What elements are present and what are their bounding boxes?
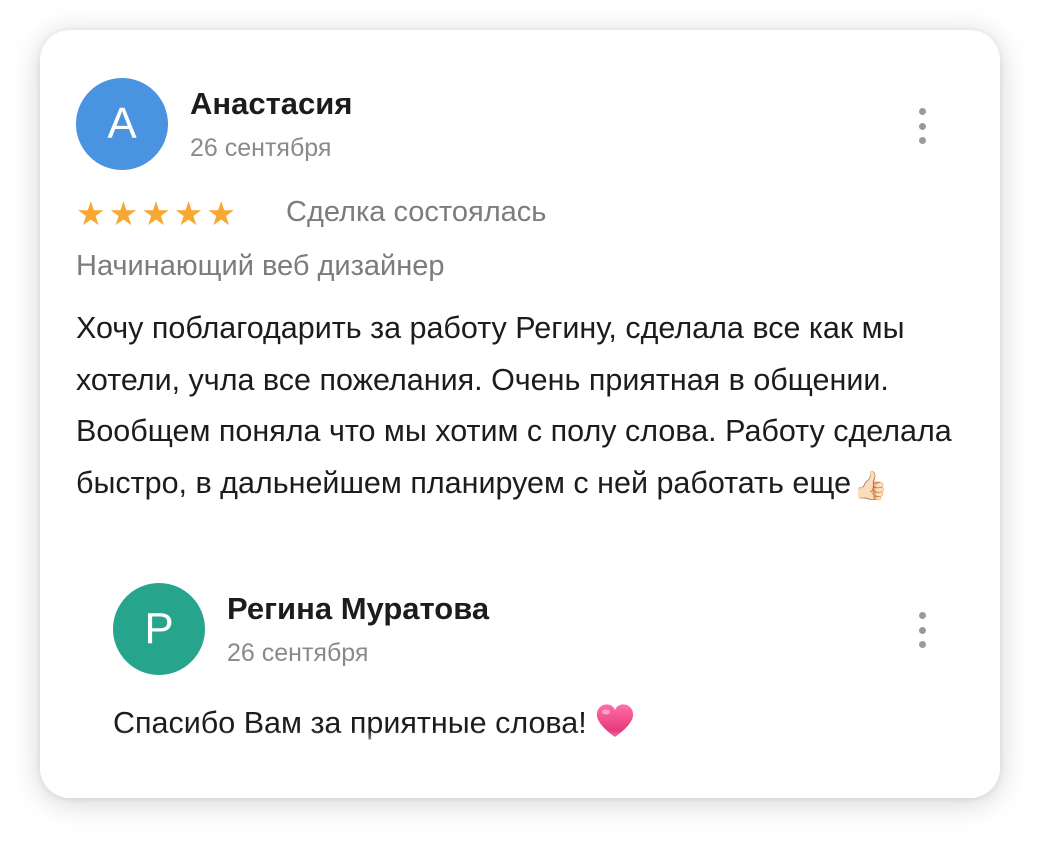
star-icon: ★ [141,195,171,232]
avatar[interactable]: А [76,78,168,170]
review-date: 26 сентября [190,134,332,162]
reply-text: Спасибо Вам за приятные слова! [113,706,587,740]
star-icon: ★ [108,195,139,232]
thumbs-up-icon: 👍🏻 [853,469,888,501]
rating-stars: ★ ★ ★ ★ ★ [76,192,239,236]
star-icon: ★ [206,195,236,232]
avatar-initial: А [107,99,137,148]
reply-avatar[interactable]: Р [113,583,205,675]
reply-author-name[interactable]: Регина Муратова [227,591,489,627]
reply-date: 26 сентября [227,639,369,667]
star-icon: ★ [173,195,204,232]
more-options-icon[interactable] [916,108,928,144]
review-author-name[interactable]: Анастасия [190,86,352,122]
review-text: Хочу поблагодарить за работу Регину, сде… [76,311,952,500]
heart-icon [596,704,633,737]
star-icon: ★ [76,195,106,232]
reply-body: Спасибо Вам за приятные слова! [113,703,635,741]
avatar-initial: Р [144,604,174,653]
review-body: Хочу поблагодарить за работу Регину, сде… [76,303,976,509]
author-role: Начинающий веб дизайнер [76,250,445,282]
reply-more-options-icon[interactable] [916,612,928,648]
deal-status: Сделка состоялась [286,196,547,228]
review-card: А Анастасия 26 сентября ★ ★ ★ ★ ★ Сделка… [40,30,1000,798]
